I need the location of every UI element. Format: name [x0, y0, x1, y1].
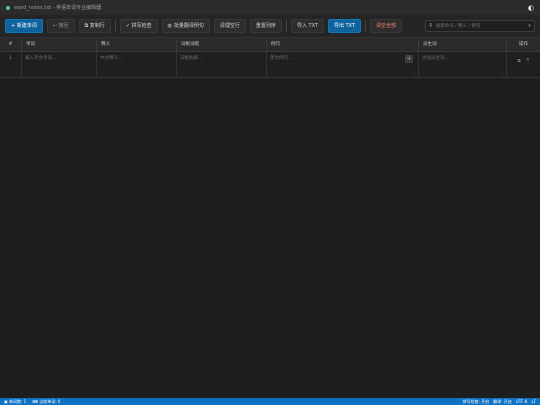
line-ending-status: LF — [531, 398, 536, 404]
status-bar: ▣ 单词数: 1 ⌨ 当前单词: 0 拼写检查: 开启 翻译: 开启 UTF-8… — [0, 398, 540, 405]
resize-handle-icon[interactable]: ⌟ — [501, 70, 503, 75]
export-txt-button[interactable]: 导出 TXT — [327, 19, 362, 33]
toolbar-divider — [365, 20, 367, 32]
toolbar-divider — [114, 20, 116, 32]
header-meaning[interactable]: 释义 — [97, 38, 177, 51]
status-right: 拼写检查: 开启 翻译: 开启 UTF-8 LF — [463, 399, 536, 405]
header-word[interactable]: 单词 — [22, 38, 97, 51]
clear-search-icon[interactable]: x — [528, 23, 531, 29]
word-count: ▣ 单词数: 1 — [4, 398, 27, 404]
spellcheck-status: 拼写检查: 开启 — [462, 398, 490, 404]
translate-example-button[interactable]: 译 — [405, 55, 413, 63]
translate-status: 翻译: 开启 — [493, 398, 512, 404]
batch-translate-label: 批量翻译例句 — [173, 23, 204, 29]
header-index: # — [0, 38, 22, 51]
table-header: # 单词 释义 词根词缀 例句 派生词 操作 — [0, 38, 540, 52]
toolbar-divider — [285, 20, 287, 32]
current-word: ⌨ 当前单词: 0 — [32, 398, 61, 404]
window-title: word_notes.txt - 英语单词专业编辑器 — [14, 5, 102, 11]
derived-field[interactable]: 添加派生词… ⌟ — [419, 52, 507, 77]
import-txt-button[interactable]: 导入 TXT — [290, 19, 324, 33]
globe-icon: ◍ — [167, 23, 172, 29]
word-field[interactable]: 输入英文单词… — [22, 52, 97, 77]
table-row: 1 输入英文单词… 中文释义… 词根拆解… 英文例句… 译 ⌟ 添加派生词… ⌟… — [0, 52, 540, 78]
header-example[interactable]: 例句 — [267, 38, 419, 51]
header-derived[interactable]: 派生词 — [419, 38, 507, 51]
delete-row-icon[interactable]: ✕ — [526, 58, 530, 74]
copy-row-button[interactable]: ⧉ 复制行 — [78, 19, 111, 33]
resize-handle-icon[interactable]: ⌟ — [413, 70, 415, 75]
example-placeholder: 英文例句… — [270, 56, 293, 61]
root-field[interactable]: 词根拆解… — [177, 52, 267, 77]
encoding-status: UTF-8 — [515, 398, 528, 404]
row-actions: ⧉ ✕ — [507, 52, 540, 77]
clear-empty-rows-button[interactable]: 清理空行 — [213, 19, 246, 33]
new-word-button[interactable]: + 新建单词 — [5, 19, 43, 33]
search-placeholder: 搜索单词 / 释义 / 例句 — [435, 24, 481, 29]
toolbar: + 新建单词 ↩ 撤回 ⧉ 复制行 ✓ 拼写检查 ◍ 批量翻译例句 清理空行 重… — [0, 15, 540, 38]
header-actions: 操作 — [519, 42, 528, 47]
meaning-placeholder: 中文释义… — [100, 56, 123, 61]
root-placeholder: 词根拆解… — [180, 56, 203, 61]
reorder-columns-button[interactable]: 重置列序 — [249, 19, 282, 33]
copy-row-icon[interactable]: ⧉ — [518, 58, 521, 74]
word-placeholder: 输入英文单词… — [25, 56, 57, 61]
search-input[interactable]: ⚲ 搜索单词 / 释义 / 例句 x — [425, 20, 535, 32]
batch-translate-button[interactable]: ◍ 批量翻译例句 — [161, 19, 210, 33]
search-icon: ⚲ — [429, 23, 433, 29]
undo-button[interactable]: ↩ 撤回 — [46, 19, 75, 33]
row-number: 1 — [0, 52, 22, 77]
meaning-field[interactable]: 中文释义… — [97, 52, 177, 77]
clear-all-button[interactable]: 清空全部 — [370, 19, 403, 33]
status-dot-icon — [6, 5, 10, 10]
derived-placeholder: 添加派生词… — [422, 56, 449, 61]
theme-toggle-icon[interactable]: ◐ — [528, 4, 534, 12]
word-table: # 单词 释义 词根词缀 例句 派生词 操作 1 输入英文单词… 中文释义… 词… — [0, 38, 540, 78]
spellcheck-button[interactable]: ✓ 拼写检查 — [119, 19, 158, 33]
header-root[interactable]: 词根词缀 — [177, 38, 267, 51]
example-field[interactable]: 英文例句… 译 ⌟ — [267, 52, 419, 77]
title-bar: word_notes.txt - 英语单词专业编辑器 ◐ — [0, 0, 540, 15]
